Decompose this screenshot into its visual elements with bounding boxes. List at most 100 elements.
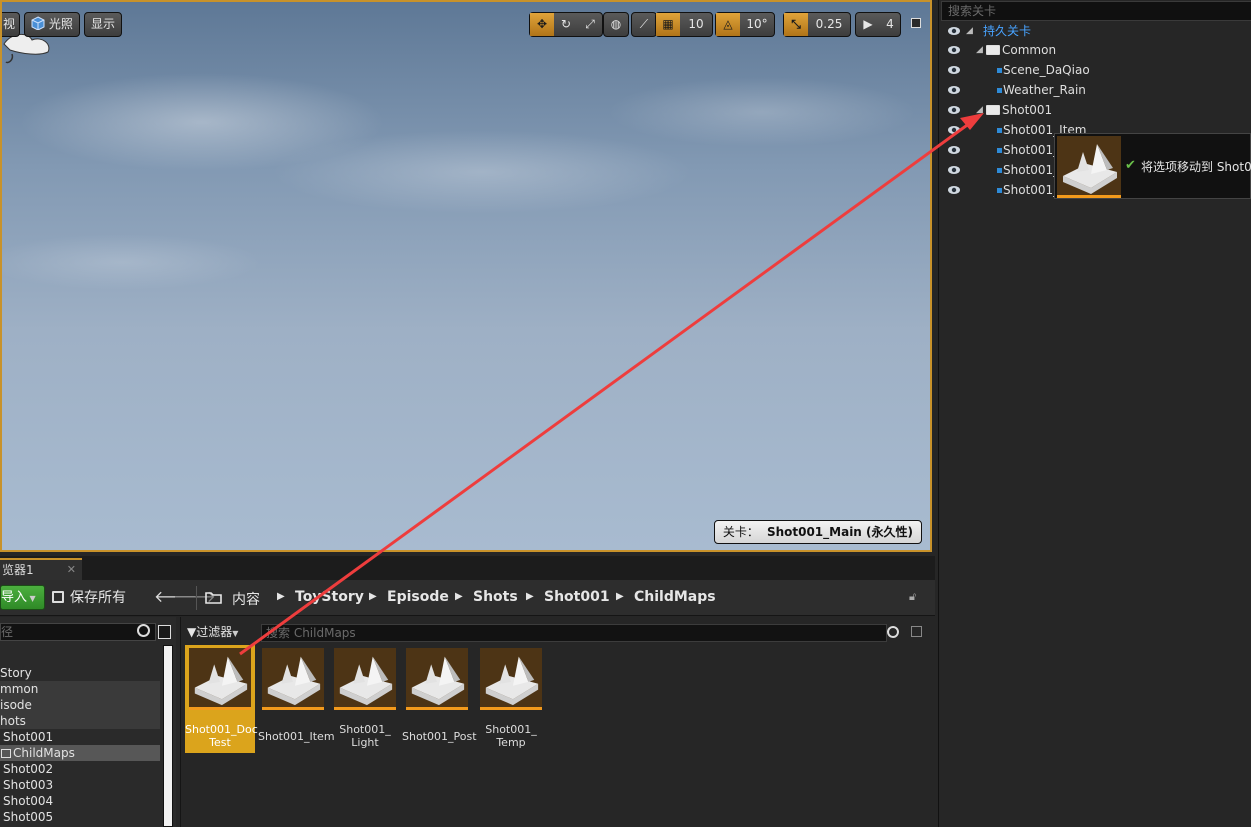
visibility-eye-icon[interactable]	[947, 83, 961, 97]
world-space-toggle[interactable]: ◍	[603, 12, 629, 37]
chevron-down-icon: ▼	[232, 629, 239, 638]
breadcrumb-item[interactable]: Episode	[387, 589, 449, 605]
view-options-icon[interactable]	[158, 625, 171, 639]
level-color-icon	[997, 188, 1002, 193]
breadcrumb-separator-icon[interactable]: ▶	[455, 591, 463, 602]
level-color-icon	[997, 88, 1002, 93]
surface-snap-toggle[interactable]: ⟋	[631, 12, 657, 37]
visibility-eye-icon[interactable]	[947, 24, 961, 38]
tree-item[interactable]: hots	[0, 713, 160, 729]
rotate-snap-group[interactable]: ◬ 10°	[715, 12, 775, 37]
asset-search-input[interactable]: 搜索 ChildMaps	[261, 624, 887, 642]
level-color-icon	[997, 148, 1002, 153]
save-all-button[interactable]: 保存所有	[52, 587, 126, 607]
tree-item[interactable]: Story	[0, 665, 160, 681]
drag-drop-tooltip: ✔ 将选项移动到 Shot00	[1054, 133, 1251, 199]
asset-label: Shot001_Doc Test	[185, 723, 258, 749]
tree-item-selected[interactable]: ChildMaps	[0, 745, 160, 761]
level-row-label: Shot001	[1002, 103, 1053, 117]
tree-item-label: ChildMaps	[13, 746, 75, 760]
transform-tools: ✥ ↻ ⤢	[529, 12, 603, 37]
folder-open-icon[interactable]	[205, 591, 222, 604]
visibility-eye-icon[interactable]	[947, 163, 961, 177]
level-viewport[interactable]: 视 光照 显示 ✥ ↻ ⤢ ◍ ⟋ ▦ 10 ◬ 10° ⤡ 0.25 ▶ 4 …	[0, 0, 932, 552]
surface-snap-icon: ⟋	[639, 17, 649, 31]
visibility-eye-icon[interactable]	[947, 63, 961, 77]
scale-snap-group[interactable]: ⤡ 0.25	[783, 12, 851, 37]
content-browser-tab[interactable]: 览器1 ✕	[0, 558, 82, 580]
lock-icon[interactable]: 🔓︎	[909, 590, 923, 604]
import-button[interactable]: 导入 ▼	[0, 585, 45, 610]
breadcrumb-item[interactable]: Shot001	[544, 589, 610, 605]
translate-tool-icon[interactable]: ✥	[530, 13, 554, 36]
tree-item-label: Story	[0, 666, 32, 680]
collapse-triangle-icon[interactable]: ◢	[976, 100, 983, 120]
asset-tile[interactable]: Shot001_ Light	[330, 645, 400, 753]
level-folder-shot001[interactable]: ◢ Shot001	[939, 100, 1251, 120]
filter-button[interactable]: ▼过滤器▼	[187, 623, 238, 640]
tree-item[interactable]: mmon	[0, 681, 160, 697]
tree-item[interactable]: Shot002	[0, 761, 160, 777]
close-icon[interactable]: ✕	[67, 560, 76, 580]
save-search-icon[interactable]	[911, 626, 922, 637]
asset-tile-selected[interactable]: Shot001_Doc Test	[185, 645, 258, 753]
collapse-triangle-icon[interactable]: ◢	[966, 21, 973, 41]
search-icon[interactable]	[887, 626, 899, 638]
tree-item[interactable]: Shot004	[0, 793, 160, 809]
tree-item-label: Shot002	[3, 762, 54, 776]
folder-icon	[986, 45, 1000, 55]
view-mode-button[interactable]: 光照	[24, 12, 80, 37]
level-row[interactable]: Scene_DaQiao	[939, 60, 1251, 80]
breadcrumb-separator-icon[interactable]: ▶	[526, 591, 534, 602]
collapse-triangle-icon[interactable]: ◢	[976, 40, 983, 60]
level-row-label: Shot001_	[1003, 183, 1060, 197]
breadcrumb-separator-icon[interactable]: ▶	[369, 591, 377, 602]
visibility-eye-icon[interactable]	[947, 103, 961, 117]
breadcrumb-separator-icon[interactable]: ▶	[616, 591, 624, 602]
search-icon[interactable]	[137, 624, 150, 637]
asset-view: ▼过滤器▼ 搜索 ChildMaps Shot001_Doc Test Shot…	[180, 617, 935, 827]
sky-backdrop	[2, 2, 930, 550]
asset-tile[interactable]: Shot001_ Temp	[476, 645, 546, 753]
content-browser-tabbar: 览器1 ✕	[0, 556, 935, 580]
path-search-input[interactable]: 径	[0, 623, 156, 641]
perspective-button[interactable]: 视	[2, 12, 20, 37]
asset-tile[interactable]: Shot001_Post	[402, 645, 477, 753]
asset-tile[interactable]: Shot001_Item	[258, 645, 335, 753]
maximize-icon[interactable]	[911, 18, 921, 28]
tree-item[interactable]: Shot003	[0, 777, 160, 793]
visibility-eye-icon[interactable]	[947, 43, 961, 57]
scale-tool-icon[interactable]: ⤢	[578, 13, 602, 36]
toolbar-divider	[196, 586, 197, 610]
visibility-eye-icon[interactable]	[947, 123, 961, 137]
tree-item[interactable]: isode	[0, 697, 160, 713]
grid-snap-group[interactable]: ▦ 10	[655, 12, 713, 37]
breadcrumb-item[interactable]: Shots	[473, 589, 518, 605]
level-row-label: Scene_DaQiao	[1003, 63, 1090, 77]
rotate-tool-icon[interactable]: ↻	[554, 13, 578, 36]
tree-scrollbar[interactable]	[163, 645, 173, 827]
tree-item[interactable]: Shot001	[0, 729, 160, 745]
breadcrumb-item[interactable]: ToyStory	[295, 589, 364, 605]
tree-item-label: isode	[0, 698, 32, 712]
angle-icon: ◬	[716, 13, 740, 36]
level-row-persistent[interactable]: ◢ 持久关卡	[939, 21, 1251, 41]
grid-icon: ▦	[656, 13, 680, 36]
tree-item[interactable]: Shot005	[0, 809, 160, 825]
level-folder-common[interactable]: ◢ Common	[939, 40, 1251, 60]
breadcrumb-item[interactable]: 内容	[232, 589, 260, 609]
show-button[interactable]: 显示	[84, 12, 123, 37]
scale-snap-icon: ⤡	[784, 13, 808, 36]
current-level-label: 关卡： Shot001_Main (永久性)	[713, 520, 922, 544]
drag-tooltip-text: 将选项移动到 Shot00	[1141, 160, 1251, 174]
level-row[interactable]: Weather_Rain	[939, 80, 1251, 100]
breadcrumb-separator-icon[interactable]: ▶	[277, 591, 285, 602]
visibility-eye-icon[interactable]	[947, 183, 961, 197]
show-label: 显示	[91, 17, 116, 31]
camera-speed-group[interactable]: ▶ 4	[855, 12, 901, 37]
breadcrumb-item[interactable]: ChildMaps	[634, 589, 716, 605]
level-search-input[interactable]: 搜索关卡	[941, 1, 1251, 21]
level-row-label: Common	[1002, 43, 1057, 57]
visibility-eye-icon[interactable]	[947, 143, 961, 157]
tree-item-label: hots	[0, 714, 26, 728]
